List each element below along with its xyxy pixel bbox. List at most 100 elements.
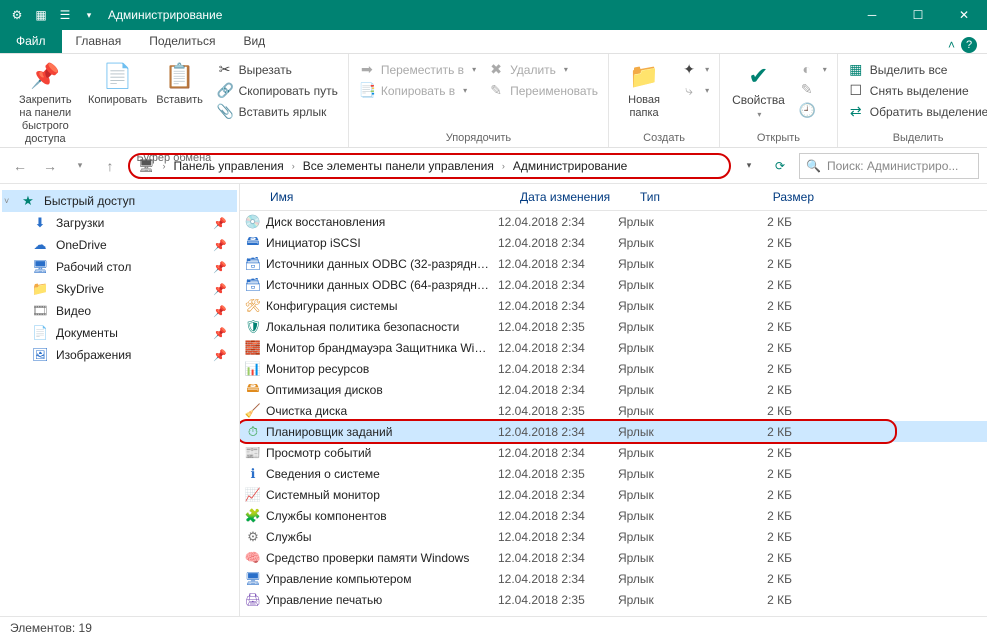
rename-button[interactable]: ✎Переименовать bbox=[484, 81, 602, 100]
file-row[interactable]: 📰Просмотр событий12.04.2018 2:34Ярлык2 К… bbox=[240, 442, 987, 463]
sidebar-item-label: Рабочий стол bbox=[56, 260, 131, 274]
search-placeholder: Поиск: Администриро... bbox=[827, 159, 958, 173]
expand-icon[interactable]: ˅ bbox=[4, 196, 9, 206]
qat-dropdown-icon[interactable]: ▾ bbox=[78, 4, 100, 26]
sidebar-item-6[interactable]: 📄Документы📌 bbox=[2, 322, 237, 344]
qat-icon-3[interactable]: ☰ bbox=[54, 4, 76, 26]
tab-file[interactable]: Файл bbox=[0, 29, 62, 53]
select-all-button[interactable]: ▦Выделить все bbox=[844, 60, 987, 79]
sidebar-item-7[interactable]: 🖼Изображения📌 bbox=[2, 344, 237, 366]
sidebar-item-icon: 📁 bbox=[32, 281, 48, 297]
search-input[interactable]: 🔍 Поиск: Администриро... bbox=[799, 153, 979, 179]
tab-view[interactable]: Вид bbox=[229, 29, 279, 53]
file-type: Ярлык bbox=[610, 341, 740, 355]
chevron-down-icon: ▾ bbox=[463, 86, 467, 95]
back-button[interactable]: ← bbox=[8, 154, 32, 178]
sidebar-item-3[interactable]: 🖥Рабочий стол📌 bbox=[2, 256, 237, 278]
history-dropdown-button[interactable]: ▾ bbox=[737, 154, 761, 178]
maximize-button[interactable]: ☐ bbox=[895, 0, 941, 30]
file-row[interactable]: 🗃Источники данных ODBC (32-разрядна...12… bbox=[240, 253, 987, 274]
properties-button[interactable]: ✔ Свойства▾ bbox=[726, 56, 791, 125]
pin-icon: 📌 bbox=[213, 283, 227, 296]
minimize-button[interactable]: ─ bbox=[849, 0, 895, 30]
file-row[interactable]: 🧠Средство проверки памяти Windows12.04.2… bbox=[240, 547, 987, 568]
file-row[interactable]: 🗃Источники данных ODBC (64-разрядна...12… bbox=[240, 274, 987, 295]
history-button[interactable]: 🕘 bbox=[795, 101, 831, 120]
copy-button[interactable]: 📄 Копировать bbox=[89, 56, 147, 111]
refresh-button[interactable]: ⟳ bbox=[767, 153, 793, 179]
tab-home[interactable]: Главная bbox=[62, 29, 136, 53]
file-size: 2 КБ bbox=[740, 257, 800, 271]
crumb-1[interactable]: Панель управления bbox=[170, 159, 288, 173]
pin-icon: 📌 bbox=[30, 60, 60, 92]
file-row[interactable]: 📊Монитор ресурсов12.04.2018 2:34Ярлык2 К… bbox=[240, 358, 987, 379]
new-item-button[interactable]: ✦▾ bbox=[677, 60, 713, 79]
sidebar-item-4[interactable]: 📁SkyDrive📌 bbox=[2, 278, 237, 300]
file-row[interactable]: 🧱Монитор брандмауэра Защитника Win...12.… bbox=[240, 337, 987, 358]
paste-button[interactable]: 📋 Вставить bbox=[151, 56, 209, 111]
qat-icon-2[interactable]: ▦ bbox=[30, 4, 52, 26]
col-date[interactable]: Дата изменения bbox=[512, 188, 632, 206]
file-row[interactable]: ℹСведения о системе12.04.2018 2:35Ярлык2… bbox=[240, 463, 987, 484]
sidebar-item-2[interactable]: ☁OneDrive📌 bbox=[2, 234, 237, 256]
invert-selection-icon: ⇄ bbox=[848, 103, 864, 120]
file-row[interactable]: 🧹Очистка диска12.04.2018 2:35Ярлык2 КБ bbox=[240, 400, 987, 421]
file-date: 12.04.2018 2:34 bbox=[490, 362, 610, 376]
col-name[interactable]: Имя bbox=[262, 188, 512, 206]
file-row[interactable]: ⚙Службы12.04.2018 2:34Ярлык2 КБ bbox=[240, 526, 987, 547]
chevron-down-icon: ▾ bbox=[564, 65, 568, 74]
file-type: Ярлык bbox=[610, 467, 740, 481]
up-button[interactable]: ↑ bbox=[98, 154, 122, 178]
copy-path-button[interactable]: 🔗Скопировать путь bbox=[213, 81, 342, 100]
sidebar-item-1[interactable]: ⬇Загрузки📌 bbox=[2, 212, 237, 234]
help-icon[interactable]: ? bbox=[961, 37, 977, 53]
col-size[interactable]: Размер bbox=[762, 188, 822, 206]
collapse-ribbon-icon[interactable]: ˄ bbox=[948, 38, 955, 52]
chevron-down-icon: ▾ bbox=[705, 86, 709, 95]
cut-button[interactable]: ✂Вырезать bbox=[213, 60, 342, 79]
breadcrumb[interactable]: 🖥 › Панель управления › Все элементы пан… bbox=[128, 153, 731, 179]
pin-quick-access-button[interactable]: 📌 Закрепить на панели быстрого доступа bbox=[6, 56, 85, 150]
file-row[interactable]: 📈Системный монитор12.04.2018 2:34Ярлык2 … bbox=[240, 484, 987, 505]
crumb-2[interactable]: Все элементы панели управления bbox=[299, 159, 498, 173]
file-row[interactable]: 🛡Локальная политика безопасности12.04.20… bbox=[240, 316, 987, 337]
delete-button[interactable]: ✖Удалить▾ bbox=[484, 60, 602, 79]
copy-icon: 📄 bbox=[103, 60, 133, 92]
new-folder-button[interactable]: 📁 Новая папка bbox=[615, 56, 673, 124]
sidebar-item-5[interactable]: 🎞Видео📌 bbox=[2, 300, 237, 322]
edit-button[interactable]: ✎ bbox=[795, 80, 831, 99]
file-icon: 🧹 bbox=[244, 403, 262, 419]
sidebar-item-0[interactable]: ˅★Быстрый доступ bbox=[2, 190, 237, 212]
file-size: 2 КБ bbox=[740, 551, 800, 565]
file-date: 12.04.2018 2:34 bbox=[490, 236, 610, 250]
file-row[interactable]: 🧩Службы компонентов12.04.2018 2:34Ярлык2… bbox=[240, 505, 987, 526]
forward-button[interactable]: → bbox=[38, 154, 62, 178]
file-icon: 💿 bbox=[244, 214, 262, 230]
easy-access-button[interactable]: ⤷▾ bbox=[677, 81, 713, 100]
file-row[interactable]: 🖥Управление компьютером12.04.2018 2:34Яр… bbox=[240, 568, 987, 589]
file-row[interactable]: 🖨Управление печатью12.04.2018 2:35Ярлык2… bbox=[240, 589, 987, 610]
paste-shortcut-button[interactable]: 📎Вставить ярлык bbox=[213, 102, 342, 121]
tab-share[interactable]: Поделиться bbox=[135, 29, 229, 53]
file-icon: 🛠 bbox=[244, 298, 262, 314]
open-button[interactable]: ◐▾ bbox=[795, 60, 831, 78]
recent-locations-button[interactable]: ▾ bbox=[68, 154, 92, 178]
close-button[interactable]: ✕ bbox=[941, 0, 987, 30]
move-to-button[interactable]: ➡Переместить в▾ bbox=[355, 60, 480, 79]
col-type[interactable]: Тип bbox=[632, 188, 762, 206]
file-row[interactable]: ⏱Планировщик заданий12.04.2018 2:34Ярлык… bbox=[240, 421, 987, 442]
sidebar-item-label: Загрузки bbox=[56, 216, 104, 230]
invert-selection-button[interactable]: ⇄Обратить выделение bbox=[844, 102, 987, 121]
file-row[interactable]: 🖴Инициатор iSCSI12.04.2018 2:34Ярлык2 КБ bbox=[240, 232, 987, 253]
file-row[interactable]: 💿Диск восстановления12.04.2018 2:34Ярлык… bbox=[240, 211, 987, 232]
file-icon: 🗃 bbox=[244, 256, 262, 272]
chevron-down-icon: ▾ bbox=[757, 110, 761, 119]
file-date: 12.04.2018 2:35 bbox=[490, 404, 610, 418]
file-row[interactable]: 🖴Оптимизация дисков12.04.2018 2:34Ярлык2… bbox=[240, 379, 987, 400]
select-none-button[interactable]: ☐Снять выделение bbox=[844, 81, 987, 100]
file-row[interactable]: 🛠Конфигурация системы12.04.2018 2:34Ярлы… bbox=[240, 295, 987, 316]
crumb-3[interactable]: Администрирование bbox=[509, 159, 631, 173]
copy-to-button[interactable]: 📑Копировать в▾ bbox=[355, 81, 480, 100]
file-name: Монитор ресурсов bbox=[262, 362, 490, 376]
qat-icon-1[interactable]: ⚙ bbox=[6, 4, 28, 26]
